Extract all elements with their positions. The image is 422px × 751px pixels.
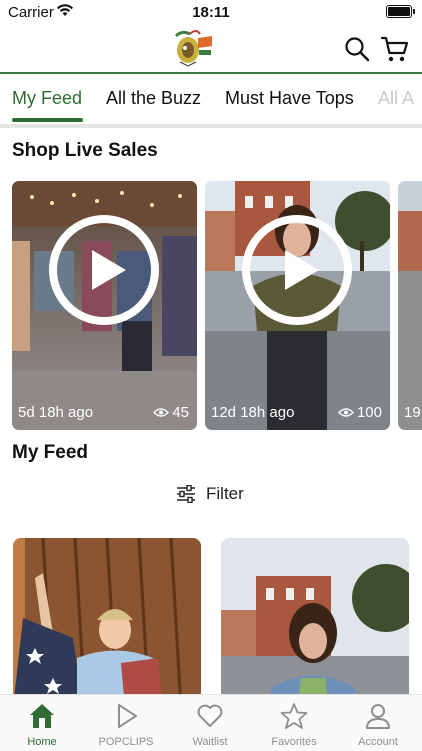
nav-favorites-label: Favorites xyxy=(271,736,317,748)
bottom-tab-bar: Home POPCLIPS Waitlist Favorites Account xyxy=(0,694,422,751)
nav-waitlist-label: Waitlist xyxy=(192,736,228,748)
live-sale-ago: 19 xyxy=(404,404,421,421)
person-icon xyxy=(366,704,390,729)
header xyxy=(0,24,422,72)
cart-icon[interactable] xyxy=(380,34,410,64)
battery-icon xyxy=(386,5,415,18)
star-icon xyxy=(280,703,308,729)
nav-home[interactable]: Home xyxy=(0,695,84,751)
filter-button[interactable]: Filter xyxy=(176,484,244,504)
tab-all-the-buzz[interactable]: All the Buzz xyxy=(106,88,201,109)
nav-favorites[interactable]: Favorites xyxy=(252,695,336,751)
active-tab-indicator xyxy=(12,118,83,122)
filter-sliders-icon xyxy=(177,485,195,503)
feed-post-image xyxy=(13,538,201,708)
status-bar: Carrier 18:11 xyxy=(0,0,422,24)
brand-logo[interactable] xyxy=(168,26,216,70)
live-sale-views: 45 xyxy=(153,404,189,421)
live-sale-card[interactable]: 19 xyxy=(398,181,422,430)
nav-popclips[interactable]: POPCLIPS xyxy=(84,695,168,751)
play-icon xyxy=(118,704,137,728)
live-sale-card[interactable]: 5d 18h ago 45 xyxy=(12,181,197,430)
live-sale-ago: 12d 18h ago xyxy=(211,404,295,421)
tab-my-feed[interactable]: My Feed xyxy=(12,88,82,109)
play-button-icon[interactable] xyxy=(241,214,353,326)
nav-popclips-label: POPCLIPS xyxy=(98,736,154,748)
search-icon[interactable] xyxy=(344,36,370,62)
live-sale-thumbnail xyxy=(398,181,422,430)
clock: 18:11 xyxy=(192,4,230,21)
play-button-icon[interactable] xyxy=(48,214,160,326)
nav-home-label: Home xyxy=(27,736,57,748)
tab-must-have-tops[interactable]: Must Have Tops xyxy=(225,88,354,109)
eye-icon xyxy=(153,408,170,417)
feed-title: My Feed xyxy=(12,442,89,463)
eye-icon xyxy=(338,408,354,417)
home-icon xyxy=(30,704,54,728)
feed-post-card[interactable] xyxy=(221,538,409,708)
feed-post-image xyxy=(221,538,409,708)
live-sale-ago: 5d 18h ago xyxy=(18,404,94,421)
heart-icon xyxy=(197,704,223,727)
feed-post-card[interactable] xyxy=(13,538,201,708)
nav-waitlist[interactable]: Waitlist xyxy=(168,695,252,751)
category-tabs: My Feed All the Buzz Must Have Tops All … xyxy=(0,74,422,124)
nav-account-label: Account xyxy=(358,736,398,748)
live-sale-views: 100 xyxy=(338,404,382,421)
tab-all-a[interactable]: All A xyxy=(378,88,414,109)
filter-label: Filter xyxy=(206,484,244,503)
nav-account[interactable]: Account xyxy=(336,695,420,751)
tabs-divider xyxy=(0,124,422,128)
live-sale-view-count: 100 xyxy=(356,404,382,421)
live-sale-view-count: 45 xyxy=(172,404,189,421)
live-sales-title: Shop Live Sales xyxy=(12,140,158,161)
live-sale-card[interactable]: 12d 18h ago 100 xyxy=(205,181,390,430)
